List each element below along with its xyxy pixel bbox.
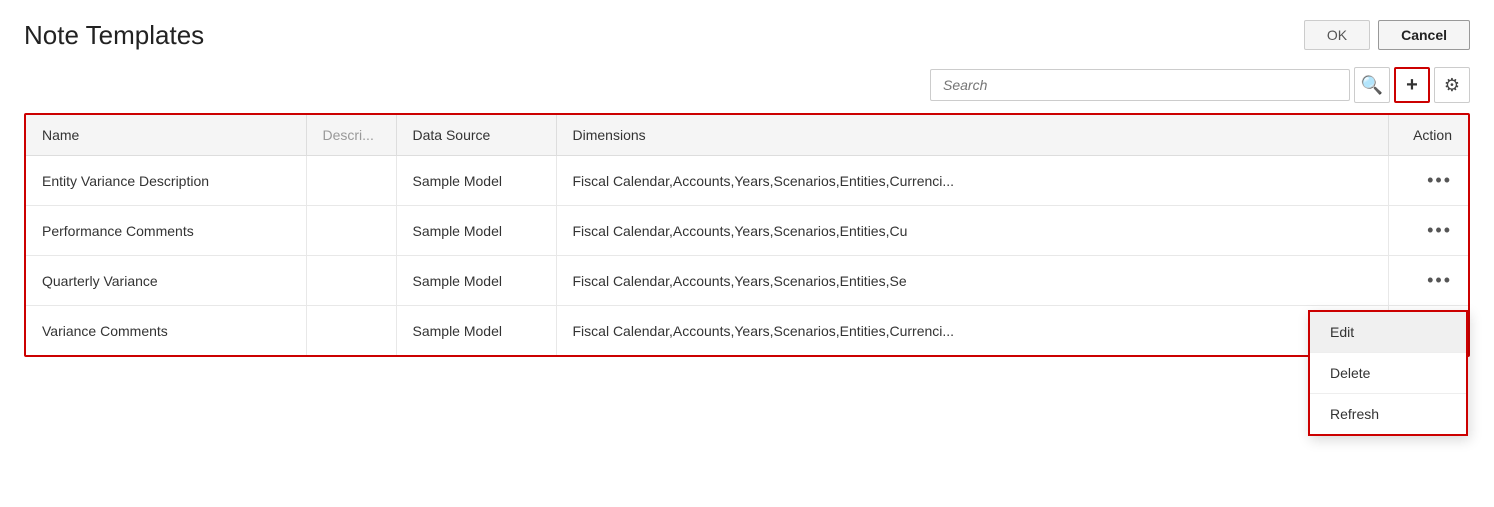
- col-header-dimensions: Dimensions: [556, 115, 1388, 156]
- table-row: Quarterly Variance Sample ModelFiscal Cal…: [26, 256, 1468, 306]
- cell-action[interactable]: •••: [1388, 256, 1468, 306]
- col-header-action: Action: [1388, 115, 1468, 156]
- search-input[interactable]: [930, 69, 1350, 101]
- cell-datasource: Sample Model: [396, 256, 556, 306]
- action-dots-button[interactable]: •••: [1427, 170, 1452, 190]
- header-row: Note Templates OK Cancel: [24, 20, 1470, 51]
- search-icon: 🔍: [1361, 75, 1383, 96]
- search-icon-button[interactable]: 🔍: [1354, 67, 1390, 103]
- context-menu-item-edit[interactable]: Edit: [1310, 312, 1466, 353]
- cell-description: [306, 306, 396, 356]
- cell-name: Entity Variance Description: [26, 156, 306, 206]
- table-row: Variance Comments Sample ModelFiscal Cale…: [26, 306, 1468, 356]
- cell-name: Performance Comments: [26, 206, 306, 256]
- context-menu: EditDeleteRefresh: [1308, 310, 1468, 436]
- toolbar-row: 🔍 + ⚙: [24, 67, 1470, 103]
- cell-dimensions: Fiscal Calendar,Accounts,Years,Scenarios…: [556, 306, 1388, 356]
- cell-dimensions: Fiscal Calendar,Accounts,Years,Scenarios…: [556, 156, 1388, 206]
- cell-datasource: Sample Model: [396, 306, 556, 356]
- ok-button[interactable]: OK: [1304, 20, 1370, 50]
- cell-action[interactable]: •••: [1388, 206, 1468, 256]
- page-container: Note Templates OK Cancel 🔍 + ⚙ Name Desc…: [0, 0, 1494, 377]
- table-header: Name Descri... Data Source Dimensions Ac…: [26, 115, 1468, 156]
- action-dots-button[interactable]: •••: [1427, 220, 1452, 240]
- add-icon: +: [1406, 74, 1418, 97]
- settings-button[interactable]: ⚙: [1434, 67, 1470, 103]
- col-header-datasource: Data Source: [396, 115, 556, 156]
- cell-datasource: Sample Model: [396, 156, 556, 206]
- context-menu-item-refresh[interactable]: Refresh: [1310, 394, 1466, 434]
- cell-description: [306, 256, 396, 306]
- table-row: Performance Comments Sample ModelFiscal C…: [26, 206, 1468, 256]
- note-templates-table: Name Descri... Data Source Dimensions Ac…: [26, 115, 1468, 355]
- cell-name: Variance Comments: [26, 306, 306, 356]
- cell-datasource: Sample Model: [396, 206, 556, 256]
- cell-description: [306, 156, 396, 206]
- cell-dimensions: Fiscal Calendar,Accounts,Years,Scenarios…: [556, 206, 1388, 256]
- col-header-name: Name: [26, 115, 306, 156]
- cancel-button[interactable]: Cancel: [1378, 20, 1470, 50]
- header-buttons: OK Cancel: [1304, 20, 1470, 50]
- page-title: Note Templates: [24, 20, 204, 51]
- cell-action[interactable]: •••: [1388, 156, 1468, 206]
- table-body: Entity Variance DescriptionSample ModelF…: [26, 156, 1468, 356]
- settings-icon: ⚙: [1444, 75, 1460, 96]
- cell-dimensions: Fiscal Calendar,Accounts,Years,Scenarios…: [556, 256, 1388, 306]
- col-header-description: Descri...: [306, 115, 396, 156]
- context-menu-item-delete[interactable]: Delete: [1310, 353, 1466, 394]
- cell-name: Quarterly Variance: [26, 256, 306, 306]
- action-dots-button[interactable]: •••: [1427, 270, 1452, 290]
- table-wrapper: Name Descri... Data Source Dimensions Ac…: [24, 113, 1470, 357]
- table-row: Entity Variance Description Sample ModelF…: [26, 156, 1468, 206]
- cell-description: [306, 206, 396, 256]
- add-button[interactable]: +: [1394, 67, 1430, 103]
